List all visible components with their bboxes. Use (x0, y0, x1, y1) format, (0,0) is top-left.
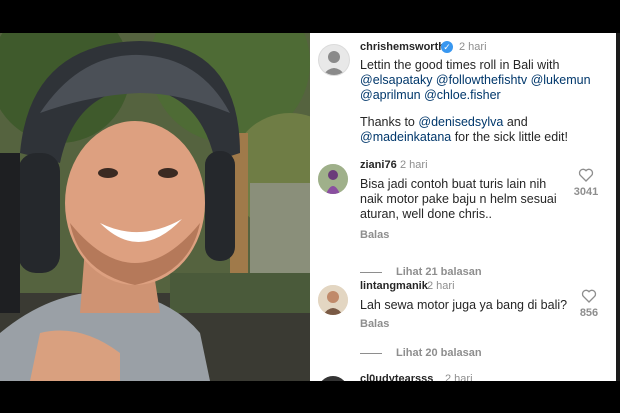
comment-text-line: naik motor pake baju n helm sesuai (360, 192, 557, 206)
comment-username[interactable]: lintangmanik (360, 280, 428, 292)
divider-line (360, 352, 382, 354)
post-caption: chrishemsworth ✓ 2 hari Lettin the good … (310, 33, 616, 151)
heart-icon[interactable] (581, 288, 597, 304)
caption-line-5: @madeinkatana for the sick little edit! (360, 130, 568, 144)
heart-icon[interactable] (578, 167, 594, 183)
caption-mentions-2[interactable]: @aprilmun @chloe.fisher (360, 88, 501, 103)
profile-photo (318, 164, 348, 194)
profile-photo (323, 51, 345, 75)
like-count: 3041 (573, 186, 599, 198)
comment-username[interactable]: ziani76 (360, 159, 397, 171)
mention-link[interactable]: @denisedsylva (418, 115, 503, 129)
caption-line-4: Thanks to @denisedsylva and (360, 115, 528, 129)
view-replies-button[interactable]: Lihat 20 balasan (360, 347, 482, 359)
comment-text-line: Lah sewa motor juga ya bang di bali? (360, 298, 568, 312)
reply-button[interactable]: Balas (360, 229, 389, 241)
window-edge (616, 33, 620, 381)
avatar[interactable] (318, 376, 348, 381)
post-video[interactable] (0, 33, 310, 381)
divider-line (360, 271, 382, 273)
comment-timestamp: 2 hari (427, 280, 455, 292)
verified-badge-icon: ✓ (441, 41, 453, 53)
like-count: 856 (579, 307, 599, 319)
comment-item: lintangmanik 2 hari Lah sewa motor juga … (310, 274, 616, 381)
caption-line-1: Lettin the good times roll in Bali with (360, 58, 560, 72)
video-frame-illustration (0, 33, 310, 381)
post-timestamp: 2 hari (459, 41, 487, 53)
avatar[interactable] (318, 44, 350, 76)
post-username[interactable]: chrishemsworth (360, 41, 445, 53)
comment-text-line: Bisa jadi contoh buat turis lain nih (360, 177, 547, 191)
comment-username[interactable]: cl0udytearsss (360, 373, 433, 381)
avatar[interactable] (318, 285, 348, 315)
avatar[interactable] (318, 164, 348, 194)
profile-photo (318, 285, 348, 315)
comment-timestamp: 2 hari (400, 159, 428, 171)
caption-mentions-1[interactable]: @elsapataky @followthefishtv @lukemun (360, 73, 591, 88)
comments-panel: chrishemsworth ✓ 2 hari Lettin the good … (310, 33, 616, 381)
mention-link[interactable]: @madeinkatana (360, 130, 451, 144)
comment-item: ziani76 2 hari Bisa jadi contoh buat tur… (310, 153, 616, 278)
comment-text-line: aturan, well done chris.. (360, 207, 493, 221)
comment-item: cl0udytearsss 2 hari (310, 370, 616, 381)
comment-timestamp: 2 hari (445, 373, 473, 381)
reply-button[interactable]: Balas (360, 318, 389, 330)
